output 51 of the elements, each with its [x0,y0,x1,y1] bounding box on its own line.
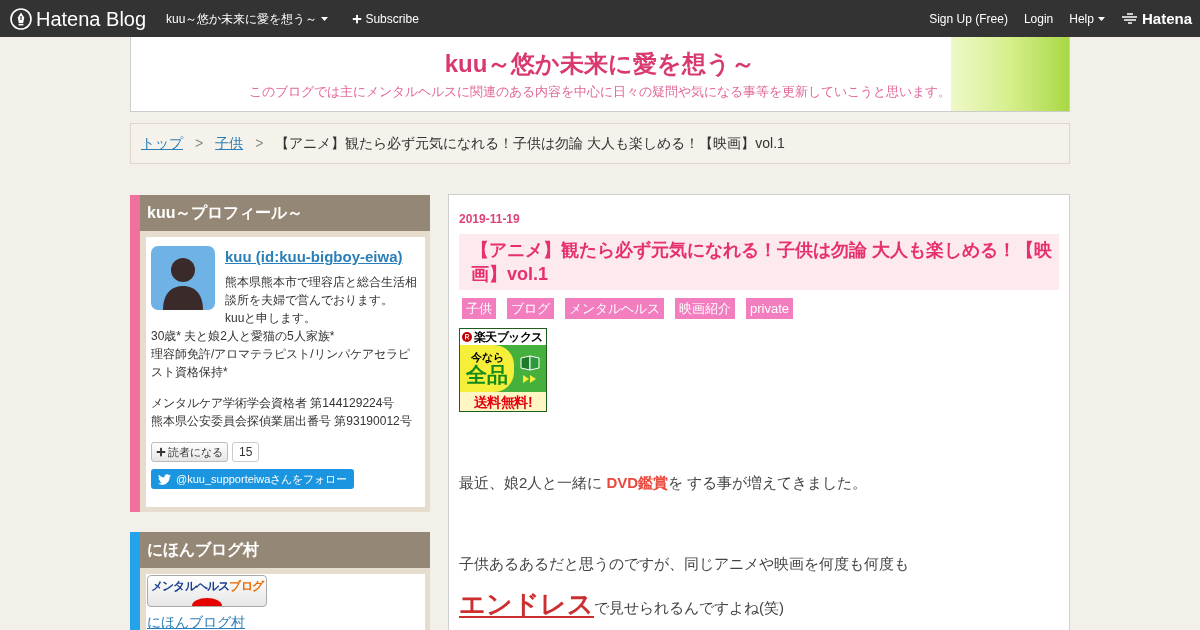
brand-logo-link[interactable]: Hatena [1120,11,1192,26]
article-title[interactable]: 【アニメ】観たら必ず元気になれる！子供は勿論 大人も楽しめる！【映画】vol.1 [459,234,1059,290]
profile-intro: kuuと申します。 [225,310,318,327]
ranking-link[interactable]: にほんブログ村 [147,613,245,630]
ad-banner[interactable]: 楽天ブックス 今なら 全品 送料無料! [459,328,547,412]
blog-menu-button[interactable]: kuu～悠か未来に愛を想う～ [166,9,329,28]
category-tag[interactable]: 子供 [462,298,496,319]
breadcrumb-separator: > [255,134,264,153]
caret-icon [321,16,329,21]
plus-icon [352,13,363,24]
blog-title[interactable]: kuu～悠か未来に愛を想う～ [444,48,756,79]
subscribe-button[interactable]: Subscribe [352,9,419,28]
reader-button[interactable]: 読者になる [151,442,228,462]
profile-bio: 30歳* 夫と娘2人と愛猫の5人家族* [151,328,336,345]
profile-name-link[interactable]: kuu (id:kuu-bigboy-eiwa) [225,246,420,268]
circle-r-icon [462,332,472,342]
category-tag[interactable]: ブログ [507,298,554,319]
twitter-follow-button[interactable]: @kuu_supporteiwaさんをフォロー [151,469,355,489]
profile-bio: 理容師免許/アロマテラピスト/リンパケアセラピスト資格保持* [151,346,411,381]
caret-icon [1097,16,1105,21]
stacked-lines-icon [1120,13,1139,24]
article-paragraph: エンドレス で見せられるんですよね(笑) [459,592,785,620]
category-tag[interactable]: private [746,298,794,319]
avatar-icon [151,246,215,310]
profile-credential: メンタルケア学術学会資格者 第144129224号 [151,395,396,412]
module-title: kuu～プロフィール～ [140,195,430,231]
semicircle-icon [192,598,222,606]
breadcrumb-link[interactable]: トップ [141,133,183,154]
article-paragraph: 子供あるあるだと思うのですが、同じアニメや映画を何度も何度も [459,554,910,574]
article-date: 2019-11-19 [459,211,521,227]
logo-link[interactable]: Hatena Blog [10,7,147,30]
blog-ranking-banner[interactable]: メンタルヘルスブログ [147,575,267,607]
reader-count: 15 [232,442,260,462]
article-paragraph: 最近、娘2人と一緒に DVD鑑賞を する事が増えてきました。 [459,473,869,493]
double-arrow-icon [523,374,537,383]
breadcrumb-current: 【アニメ】観たら必ず元気になれる！子供は勿論 大人も楽しめる！【映画】vol.1 [275,134,785,153]
category-tag[interactable]: メンタルヘルス [565,298,664,319]
profile-intro: 熊本県熊本市で理容店と総合生活相談所を夫婦で営んでおります。 [225,274,418,309]
plus-icon [156,447,166,457]
breadcrumb-separator: > [195,134,204,153]
pen-nib-icon [10,7,32,30]
breadcrumb-link[interactable]: 子供 [215,133,244,154]
bird-icon [158,472,171,486]
top-bar-link[interactable]: Login [1023,9,1054,28]
profile-credential: 熊本県公安委員会探偵業届出番号 第93190012号 [151,413,413,430]
module-title: にほんブログ村 [140,532,430,568]
book-icon [520,354,540,371]
category-tag[interactable]: 映画紹介 [675,298,735,319]
top-bar-link[interactable]: Sign Up (Free) [929,9,1008,28]
menu-button[interactable]: Help [1069,9,1105,28]
blog-description: このブログでは主にメンタルヘルスに関連のある内容を中心に日々の疑問や気になる事等を更新していこうと思います。 [249,82,951,100]
